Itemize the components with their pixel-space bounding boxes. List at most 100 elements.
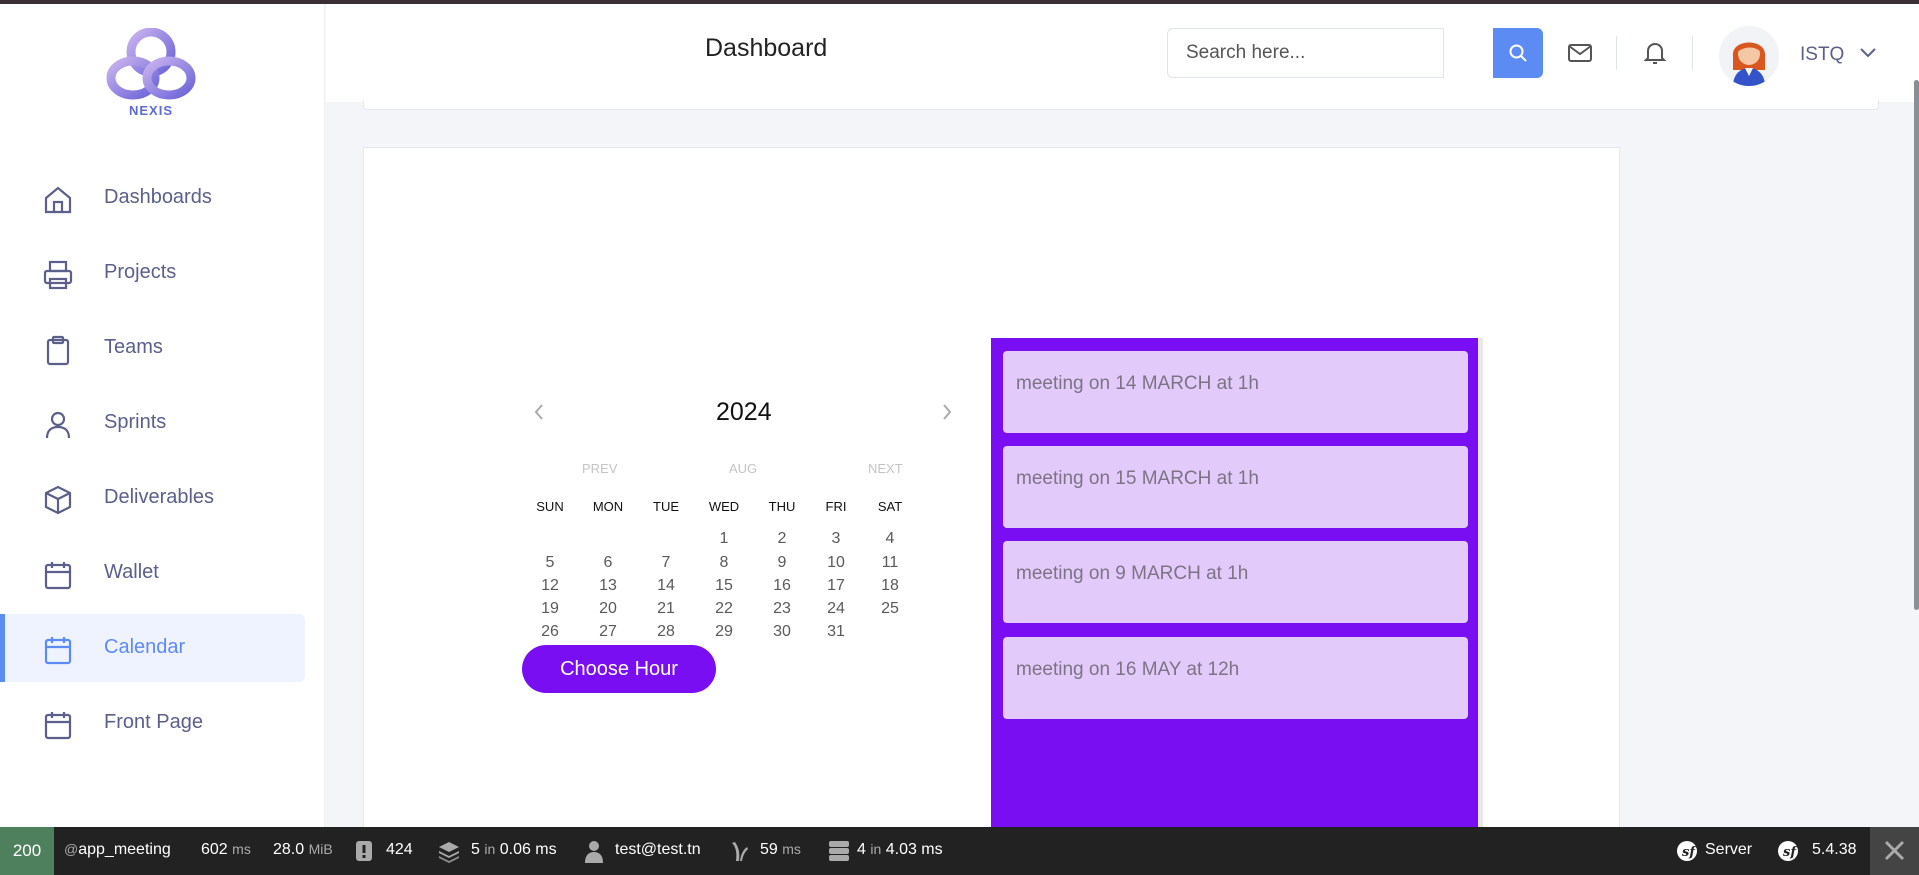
calendar-day[interactable]: 22	[699, 600, 749, 618]
calendar-day[interactable]: 25	[865, 600, 915, 618]
calendar-day[interactable]: 27	[583, 623, 633, 641]
mail-icon[interactable]	[1567, 40, 1593, 66]
database-info[interactable]: 4 in 4.03 ms	[857, 841, 943, 859]
debug-toolbar: 200 @app_meeting 602 ms 28.0 MiB 424 5 i…	[0, 827, 1919, 875]
calendar-year: 2024	[716, 398, 772, 426]
calendar-day[interactable]: 4	[865, 530, 915, 548]
chevron-left-icon[interactable]	[532, 402, 546, 422]
calendar-day[interactable]: 16	[757, 577, 807, 595]
bell-icon[interactable]	[1642, 40, 1668, 66]
user-name[interactable]: ISTQ	[1800, 44, 1844, 66]
events-panel-edge	[1478, 338, 1483, 827]
db-count: 4	[857, 841, 866, 858]
choose-hour-button[interactable]: Choose Hour	[522, 645, 716, 693]
memory-info[interactable]: 28.0 MiB	[273, 841, 333, 859]
current-month-label: AUG	[729, 461, 758, 476]
chevron-right-icon[interactable]	[940, 402, 954, 422]
time-unit: ms	[232, 841, 251, 857]
prev-month-link[interactable]: PREV	[582, 461, 617, 476]
calendar-day[interactable]: 2	[757, 530, 807, 548]
twig-time: 59	[760, 841, 778, 858]
calendar-day[interactable]: 30	[757, 623, 807, 641]
sidebar-item-label: Deliverables	[104, 486, 215, 508]
cache-layers-icon	[439, 842, 459, 863]
sidebar-nav: Dashboards Projects Teams Sprints Delive…	[0, 164, 325, 764]
sidebar-item-front-page[interactable]: Front Page	[0, 689, 305, 757]
scrollbar[interactable]	[1914, 80, 1919, 610]
calendar-day[interactable]: 7	[641, 554, 691, 572]
clipboard-icon	[46, 335, 70, 366]
sidebar-item-calendar[interactable]: Calendar	[0, 614, 305, 682]
calendar-day[interactable]: 23	[757, 600, 807, 618]
sidebar-item-projects[interactable]: Projects	[0, 239, 305, 307]
event-card[interactable]: meeting on 9 MARCH at 1h	[1003, 541, 1468, 623]
status-code[interactable]: 200	[0, 827, 54, 875]
db-in: in	[870, 841, 882, 857]
calendar-day[interactable]: 31	[811, 623, 861, 641]
home-icon	[44, 186, 72, 214]
security-user[interactable]: test@test.tn	[615, 841, 701, 859]
calendar-day[interactable]: 17	[811, 577, 861, 595]
weekday-label: WED	[708, 499, 740, 514]
toolbar-close-button[interactable]	[1870, 827, 1919, 875]
calendar-day[interactable]: 12	[525, 577, 575, 595]
calendar-day[interactable]: 3	[811, 530, 861, 548]
symfony-version[interactable]: 5.4.38	[1812, 841, 1856, 859]
weekday-label: SUN	[536, 499, 564, 514]
event-card[interactable]: meeting on 16 MAY at 12h	[1003, 637, 1468, 719]
calendar-day[interactable]: 21	[641, 600, 691, 618]
sidebar-item-teams[interactable]: Teams	[0, 314, 305, 382]
user-icon	[45, 411, 71, 439]
route-info[interactable]: @app_meeting	[64, 841, 171, 859]
calendar-day[interactable]: 26	[525, 623, 575, 641]
time-value: 602	[201, 841, 228, 858]
calendar-day[interactable]: 11	[865, 554, 915, 572]
calendar-day[interactable]: 29	[699, 623, 749, 641]
calendar-icon	[44, 562, 72, 590]
avatar[interactable]	[1719, 26, 1779, 86]
sidebar-item-wallet[interactable]: Wallet	[0, 539, 305, 607]
chevron-down-icon[interactable]	[1859, 46, 1877, 60]
calendar-day[interactable]: 19	[525, 600, 575, 618]
cache-info[interactable]: 5 in 0.06 ms	[471, 841, 557, 859]
sidebar-item-label: Dashboards	[104, 186, 212, 208]
page-title: Dashboard	[705, 34, 828, 62]
calendar-day[interactable]: 1	[699, 530, 749, 548]
server-label[interactable]: Server	[1705, 841, 1752, 859]
user-avatar-icon	[1719, 26, 1779, 86]
memory-unit: MiB	[308, 841, 333, 857]
logs-count[interactable]: 424	[386, 841, 413, 859]
calendar-day[interactable]: 14	[641, 577, 691, 595]
search-input[interactable]	[1186, 42, 1436, 64]
sidebar-item-label: Front Page	[104, 711, 203, 733]
twig-info[interactable]: 59 ms	[760, 841, 801, 859]
calendar-day[interactable]: 13	[583, 577, 633, 595]
calendar-day[interactable]: 28	[641, 623, 691, 641]
calendar-day[interactable]: 9	[757, 554, 807, 572]
nexis-logo[interactable]: NEXIS	[103, 27, 199, 120]
cache-time: 0.06 ms	[499, 841, 557, 858]
calendar-day[interactable]: 20	[583, 600, 633, 618]
calendar-day[interactable]: 18	[865, 577, 915, 595]
calendar-day[interactable]: 15	[699, 577, 749, 595]
calendar-day[interactable]: 10	[811, 554, 861, 572]
sidebar-item-dashboards[interactable]: Dashboards	[0, 164, 305, 232]
event-card[interactable]: meeting on 14 MARCH at 1h	[1003, 351, 1468, 433]
calendar-day[interactable]: 6	[583, 554, 633, 572]
next-month-link[interactable]: NEXT	[868, 461, 903, 476]
route-name: app_meeting	[78, 841, 171, 858]
sidebar-item-sprints[interactable]: Sprints	[0, 389, 305, 457]
search-button[interactable]	[1493, 28, 1543, 78]
calendar-day[interactable]: 8	[699, 554, 749, 572]
top-header	[326, 4, 1919, 102]
header-underbar	[363, 100, 1879, 110]
calendar-day[interactable]: 5	[525, 554, 575, 572]
sidebar-item-label: Projects	[104, 261, 177, 283]
sidebar-item-label: Calendar	[104, 636, 186, 658]
sidebar-item-deliverables[interactable]: Deliverables	[0, 464, 305, 532]
event-card[interactable]: meeting on 15 MARCH at 1h	[1003, 446, 1468, 528]
logo-text: NEXIS	[128, 103, 173, 118]
logs-icon	[356, 841, 372, 861]
calendar-day[interactable]: 24	[811, 600, 861, 618]
time-info[interactable]: 602 ms	[201, 841, 251, 859]
